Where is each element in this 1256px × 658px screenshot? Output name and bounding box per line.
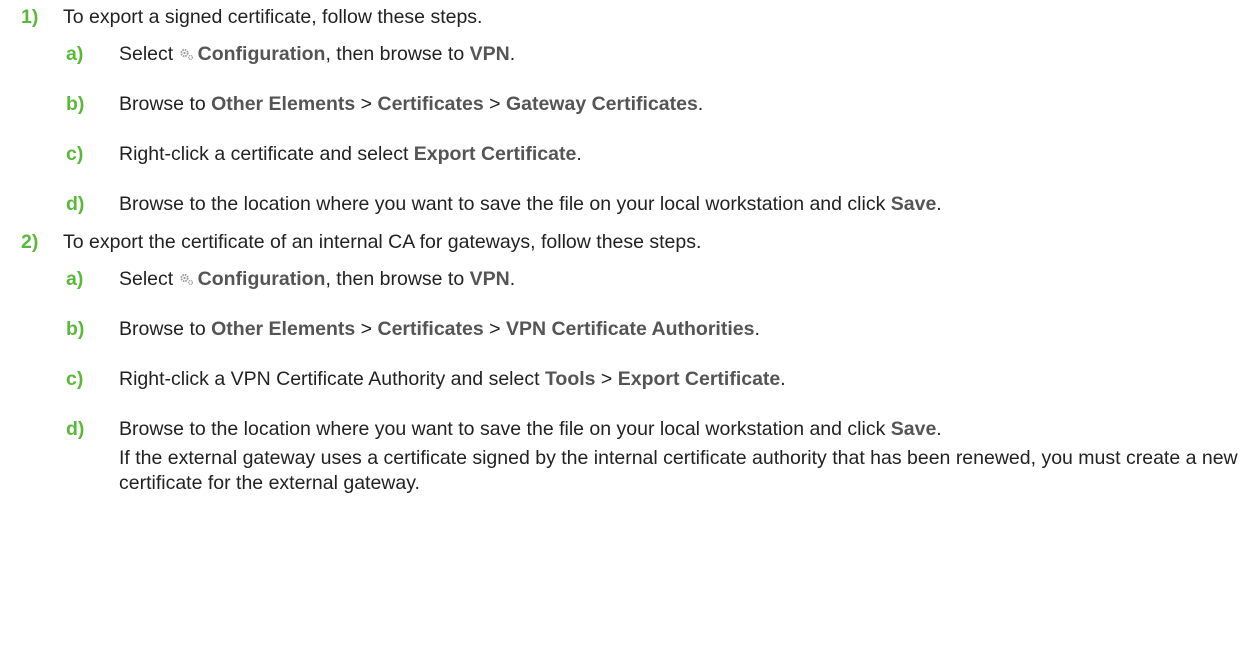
ui-term: VPN — [469, 43, 510, 65]
ui-term: Other Elements — [211, 318, 356, 340]
substep-letter: d) — [66, 418, 85, 440]
ui-term: Tools — [544, 368, 596, 390]
step-number: 1) — [21, 6, 39, 28]
text-run: . — [509, 268, 516, 290]
substep-letter: a) — [66, 268, 84, 290]
ui-term: VPN — [469, 268, 510, 290]
text-run: Browse to the location where you want to… — [119, 193, 891, 215]
text-run: . — [754, 318, 760, 340]
text-run: . — [936, 418, 942, 440]
ui-term: Export Certificate — [617, 368, 781, 390]
ui-term: Configuration — [197, 268, 326, 290]
gear-icon — [180, 48, 193, 61]
text-run: . — [936, 193, 942, 215]
ui-term: Certificates — [377, 318, 484, 340]
substep-text: Browse to Other Elements > Certificates … — [119, 93, 703, 116]
text-run: Select — [119, 43, 179, 65]
step-text: To export a signed certificate, follow t… — [63, 6, 483, 28]
substep-letter: b) — [66, 93, 85, 115]
substep-letter: c) — [66, 143, 84, 165]
text-run: Right-click a certificate and select — [119, 143, 414, 165]
substep-text: Right-click a certificate and select Exp… — [119, 143, 582, 166]
text-run: > — [483, 318, 506, 340]
text-run: > — [355, 318, 378, 340]
note-text: If the external gateway uses a certifica… — [119, 447, 1238, 494]
text-run: . — [780, 368, 786, 390]
substep-letter: b) — [66, 318, 85, 340]
ui-term: Gateway Certificates — [505, 93, 698, 115]
substep-text: Browse to Other Elements > Certificates … — [119, 318, 760, 341]
substep-letter: a) — [66, 43, 84, 65]
text-run: . — [576, 143, 582, 165]
ui-term: Save — [890, 193, 937, 215]
substep-text: Browse to the location where you want to… — [119, 193, 942, 216]
text-run: . — [509, 43, 516, 65]
text-run: > — [595, 368, 618, 390]
ui-term: Save — [890, 418, 937, 440]
ui-term: Configuration — [197, 43, 326, 65]
text-run: , then browse to — [325, 43, 470, 65]
text-run: Browse to — [119, 318, 212, 340]
substep-letter: c) — [66, 368, 84, 390]
ui-term: Other Elements — [211, 93, 356, 115]
substep-text: Browse to the location where you want to… — [119, 418, 942, 441]
text-run: , then browse to — [325, 268, 470, 290]
ui-term: VPN Certificate Authorities — [505, 318, 755, 340]
text-run: Right-click a VPN Certificate Authority … — [119, 368, 545, 390]
text-run: > — [355, 93, 378, 115]
text-run: . — [697, 93, 704, 115]
text-run: > — [483, 93, 506, 115]
gear-icon — [180, 273, 193, 286]
substep-letter: d) — [66, 193, 85, 215]
step-number: 2) — [21, 231, 39, 253]
text-run: Select — [119, 268, 179, 290]
step-text: To export the certificate of an internal… — [63, 231, 702, 253]
ui-term: Export Certificate — [413, 143, 577, 165]
ui-term: Certificates — [377, 93, 484, 115]
substep-text: Right-click a VPN Certificate Authority … — [119, 368, 786, 391]
text-run: Browse to — [119, 93, 212, 115]
procedure-document: 1) To export a signed certificate, follow… — [0, 0, 1256, 658]
substep-text: Select Configuration, then browse to VPN… — [119, 43, 515, 66]
text-run: Browse to the location where you want to… — [119, 418, 891, 440]
substep-text: Select Configuration, then browse to VPN… — [119, 268, 515, 291]
